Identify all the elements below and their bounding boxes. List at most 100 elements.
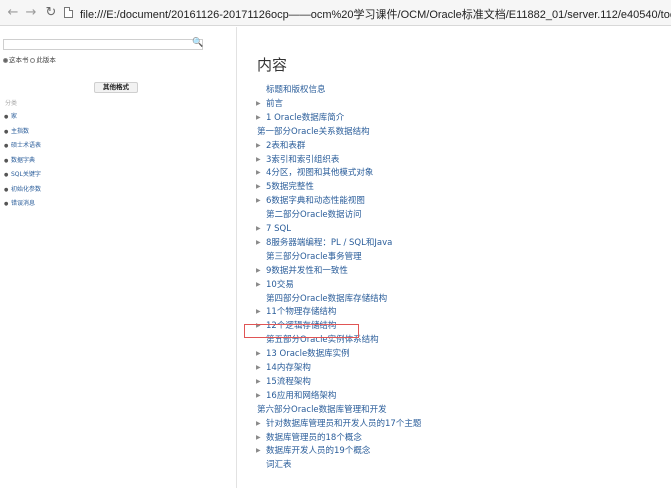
toc-item-label: 第三部分Oracle事务管理 bbox=[266, 251, 362, 262]
toc-item-label: 3索引和索引组织表 bbox=[266, 154, 340, 165]
search-scope: 这本书 此版本 bbox=[3, 54, 56, 64]
expand-arrow-icon[interactable]: ▶ bbox=[256, 181, 261, 193]
toc-item-label: 5数据完整性 bbox=[266, 182, 314, 193]
reload-icon[interactable]: ↻ bbox=[42, 4, 60, 22]
expand-arrow-icon[interactable]: ▶ bbox=[256, 223, 261, 235]
main-content: 内容 标题和版权信息 ▶ 前言 ▶ 1 Oracle数据库简介第一部分Oracle关系数… bbox=[238, 27, 671, 488]
toc-item-label: 第二部分Oracle数据访问 bbox=[266, 210, 362, 221]
toc-item[interactable]: 词汇表 bbox=[266, 459, 292, 471]
toc-item-label: 14内存架构 bbox=[266, 363, 311, 373]
bullet-icon: ● bbox=[4, 157, 9, 164]
search-input[interactable] bbox=[3, 39, 203, 50]
toc-item[interactable]: ▶ 14内存架构 bbox=[256, 362, 311, 374]
bullet-icon: ● bbox=[4, 172, 9, 178]
toc-item[interactable]: ▶ 7 SQL bbox=[256, 223, 291, 235]
toc-item-label: 15流程架构 bbox=[266, 376, 311, 387]
toc-item-label: 7 SQL bbox=[266, 224, 291, 234]
expand-arrow-icon[interactable]: ▶ bbox=[256, 306, 261, 318]
toc-item-label: 1 Oracle数据库简介 bbox=[266, 112, 345, 123]
toc-item[interactable]: ▶ 15流程架构 bbox=[256, 376, 311, 388]
expand-arrow-icon[interactable]: ▶ bbox=[256, 265, 261, 277]
page-title: 内容 bbox=[257, 56, 288, 74]
toc-item-label: 9数据并发性和一致性 bbox=[266, 265, 348, 276]
toc-item[interactable]: 第二部分Oracle数据访问 bbox=[266, 209, 362, 221]
expand-arrow-icon[interactable]: ▶ bbox=[256, 167, 261, 179]
toc-item-label: 第六部分Oracle数据库管理和开发 bbox=[257, 404, 387, 415]
toc-item[interactable]: ▶ 前言 bbox=[256, 98, 284, 110]
other-formats-button[interactable]: 其他格式 bbox=[94, 82, 138, 93]
address-bar[interactable]: file:///E:/document/20161126-20171126ocp… bbox=[80, 6, 671, 22]
category-item[interactable]: ● 主指数 bbox=[4, 126, 41, 141]
toc-item[interactable]: ▶ 9数据并发性和一致性 bbox=[256, 265, 348, 277]
expand-arrow-icon[interactable]: ▶ bbox=[256, 418, 261, 430]
expand-arrow-icon[interactable]: ▶ bbox=[256, 279, 261, 291]
forward-arrow-icon[interactable]: → bbox=[22, 4, 40, 22]
category-item[interactable]: ● 错误消息 bbox=[4, 198, 41, 213]
toc-item[interactable]: ▶ 6数据字典和动态性能视图 bbox=[256, 195, 365, 207]
toc-item-label: 4分区，视图和其他模式对象 bbox=[266, 168, 374, 179]
search-icon[interactable]: 🔍 bbox=[192, 38, 203, 48]
toc-item[interactable]: ▶ 16应用和网络架构 bbox=[256, 390, 337, 402]
bullet-icon: ● bbox=[4, 128, 9, 135]
category-list: ● 家 ● 主指数 ● 硕士术语表 ● 数据字典 ● SQL关键字 ● 初始化参数 ● 错误消… bbox=[4, 111, 41, 213]
toc-item[interactable]: ▶ 10交易 bbox=[256, 279, 294, 291]
expand-arrow-icon[interactable]: ▶ bbox=[256, 237, 261, 249]
expand-arrow-icon[interactable]: ▶ bbox=[256, 112, 261, 124]
toc-item[interactable]: 第四部分Oracle数据库存储结构 bbox=[266, 293, 387, 305]
toc-item-label: 11个物理存储结构 bbox=[266, 307, 337, 318]
toc-item-label: 16应用和网络架构 bbox=[266, 390, 337, 401]
radio-this-book-label: 这本书 bbox=[9, 57, 29, 64]
toc-item-label: 数据库管理员的18个概念 bbox=[266, 432, 362, 443]
browser-toolbar: ← → ↻ file:///E:/document/20161126-20171… bbox=[0, 0, 671, 26]
expand-arrow-icon[interactable]: ▶ bbox=[256, 195, 261, 207]
toc-item[interactable]: ▶ 4分区，视图和其他模式对象 bbox=[256, 167, 374, 179]
toc-item[interactable]: ▶ 针对数据库管理员和开发人员的17个主题 bbox=[256, 418, 422, 430]
toc-item-label: 数据库开发人员的19个概念 bbox=[266, 446, 371, 457]
category-item[interactable]: ● 数据字典 bbox=[4, 155, 41, 170]
bullet-icon: ● bbox=[4, 114, 9, 120]
expand-arrow-icon[interactable]: ▶ bbox=[256, 432, 261, 444]
expand-arrow-icon[interactable]: ▶ bbox=[256, 362, 261, 374]
radio-this-version[interactable] bbox=[30, 57, 36, 63]
toc-item[interactable]: ▶ 5数据完整性 bbox=[256, 181, 314, 193]
category-item[interactable]: ● 家 bbox=[4, 111, 41, 126]
toc-item[interactable]: ▶ 数据库管理员的18个概念 bbox=[256, 432, 362, 444]
radio-this-book[interactable] bbox=[3, 57, 8, 63]
bullet-icon: ● bbox=[4, 186, 9, 193]
expand-arrow-icon[interactable]: ▶ bbox=[256, 154, 261, 166]
category-item[interactable]: ● SQL关键字 bbox=[4, 169, 41, 184]
toc-item[interactable]: ▶ 1 Oracle数据库简介 bbox=[256, 112, 345, 124]
sidebar: 🔍 这本书 此版本 其他格式 分类 ● 家 ● 主指数 ● 硕士术语表 ● 数据字典 ●… bbox=[0, 27, 237, 488]
category-item[interactable]: ● 初始化参数 bbox=[4, 184, 41, 199]
radio-this-version-label: 此版本 bbox=[36, 57, 56, 64]
toc-item[interactable]: ▶ 11个物理存储结构 bbox=[256, 306, 337, 318]
category-title: 分类 bbox=[5, 100, 18, 107]
toc-item-label: 2表和表群 bbox=[266, 140, 306, 151]
back-arrow-icon[interactable]: ← bbox=[4, 4, 22, 22]
toc-item[interactable]: ▶ 数据库开发人员的19个概念 bbox=[256, 445, 371, 457]
toc-item-label: 10交易 bbox=[266, 279, 294, 290]
expand-arrow-icon[interactable]: ▶ bbox=[256, 140, 261, 152]
highlight-box bbox=[244, 324, 359, 338]
expand-arrow-icon[interactable]: ▶ bbox=[256, 376, 261, 388]
toc-item-label: 13 Oracle数据库实例 bbox=[266, 349, 350, 360]
expand-arrow-icon[interactable]: ▶ bbox=[256, 98, 261, 110]
toc-item[interactable]: 第三部分Oracle事务管理 bbox=[266, 251, 362, 263]
expand-arrow-icon[interactable]: ▶ bbox=[256, 348, 261, 360]
toc-item-label: 针对数据库管理员和开发人员的17个主题 bbox=[266, 418, 422, 429]
toc-item[interactable]: 第一部分Oracle关系数据结构 bbox=[257, 126, 370, 138]
toc-item[interactable]: ▶ 8服务器端编程：PL / SQL和Java bbox=[256, 237, 393, 249]
toc-item[interactable]: ▶ 3索引和索引组织表 bbox=[256, 154, 340, 166]
category-item[interactable]: ● 硕士术语表 bbox=[4, 140, 41, 155]
toc-item-label: 第一部分Oracle关系数据结构 bbox=[257, 126, 370, 137]
toc-item-label: 前言 bbox=[266, 98, 284, 109]
expand-arrow-icon[interactable]: ▶ bbox=[256, 390, 261, 402]
toc-item-label: 8服务器端编程：PL / SQL和Java bbox=[266, 237, 393, 248]
toc-item[interactable]: ▶ 2表和表群 bbox=[256, 140, 306, 152]
toc-item[interactable]: 第六部分Oracle数据库管理和开发 bbox=[257, 404, 387, 416]
toc-item[interactable]: ▶ 13 Oracle数据库实例 bbox=[256, 348, 350, 360]
bullet-icon: ● bbox=[4, 201, 9, 207]
toc-item-label: 词汇表 bbox=[266, 460, 292, 471]
expand-arrow-icon[interactable]: ▶ bbox=[256, 445, 261, 457]
toc-item[interactable]: 标题和版权信息 bbox=[266, 84, 326, 96]
